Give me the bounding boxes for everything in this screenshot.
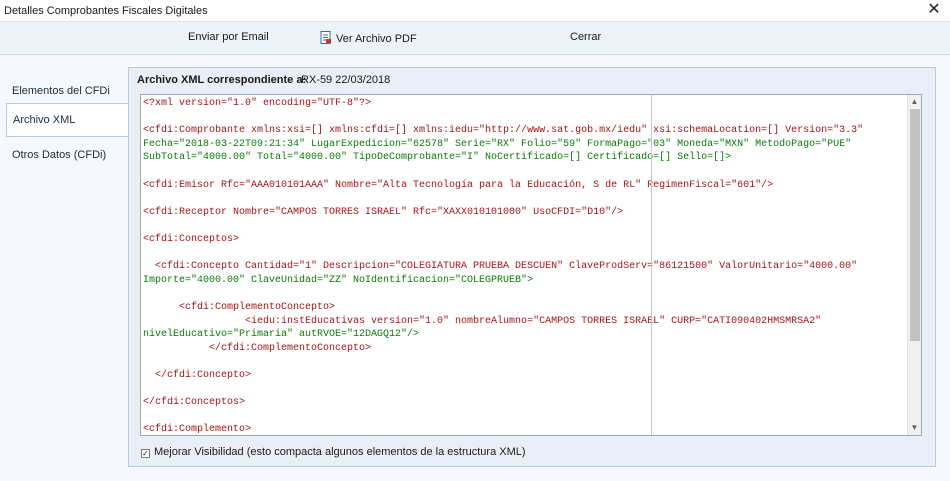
close-button[interactable]: Cerrar: [570, 31, 601, 43]
xml-receptor-line: <cfdi:Receptor Nombre="CAMPOS TORRES ISR…: [143, 206, 624, 218]
xml-concepto-close: </cfdi:Concepto>: [143, 369, 252, 381]
improve-visibility-label: Mejorar Visibilidad (esto compacta algun…: [154, 446, 526, 458]
panel-heading: Archivo XML correspondiente a:: [137, 74, 307, 86]
xml-comprobante-line: Fecha="2018-03-22T09:21:34" LugarExpedic…: [143, 138, 852, 150]
scrollbar-thumb[interactable]: [910, 109, 920, 341]
scroll-down-arrow-icon[interactable]: ▼: [908, 421, 921, 435]
xml-emisor-line: <cfdi:Emisor Rfc="AAA010101AAA" Nombre="…: [143, 179, 774, 191]
xml-complemento-concepto-open: <cfdi:ComplementoConcepto>: [143, 301, 336, 313]
nav-item-otros-datos[interactable]: Otros Datos (CFDi): [6, 139, 126, 173]
xml-conceptos-open: <cfdi:Conceptos>: [143, 233, 240, 245]
nav-item-archivo-xml[interactable]: Archivo XML: [6, 103, 128, 137]
xml-conceptos-close: </cfdi:Conceptos>: [143, 397, 246, 409]
xml-iedu-line: nivelEducativo="Primaria" autRVOE="12DAG…: [143, 329, 420, 341]
xml-viewer[interactable]: <?xml version="1.0" encoding="UTF-8"?> <…: [140, 94, 922, 436]
vertical-scrollbar[interactable]: ▲ ▼: [907, 95, 921, 435]
xml-iedu-line: <iedu:instEducativas version="1.0" nombr…: [143, 315, 822, 327]
content-frame: Elementos del CFDi Archivo XML Otros Dat…: [0, 55, 950, 481]
title-bar: Detalles Comprobantes Fiscales Digitales…: [0, 0, 950, 22]
scroll-up-arrow-icon[interactable]: ▲: [908, 95, 921, 109]
document-reference: RX-59 22/03/2018: [301, 74, 391, 86]
xml-complemento-open: <cfdi:Complemento>: [143, 424, 252, 435]
pdf-document-icon: [320, 31, 331, 44]
side-nav: Elementos del CFDi Archivo XML Otros Dat…: [0, 67, 128, 481]
improve-visibility-option[interactable]: ✓ Mejorar Visibilidad (esto compacta algu…: [141, 446, 526, 458]
view-pdf-label: Ver Archivo PDF: [336, 33, 417, 45]
xml-declaration: <?xml version="1.0" encoding="UTF-8"?>: [143, 98, 372, 109]
xml-panel: Archivo XML correspondiente a: RX-59 22/…: [128, 67, 936, 467]
xml-content: <?xml version="1.0" encoding="UTF-8"?> <…: [143, 97, 907, 435]
xml-concepto-line: Importe="4000.00" ClaveUnidad="ZZ" NoIde…: [143, 274, 534, 286]
send-email-button[interactable]: Enviar por Email: [188, 31, 269, 43]
xml-comprobante-line: SubTotal="4000.00" Total="4000.00" TipoD…: [143, 152, 732, 164]
window-title: Detalles Comprobantes Fiscales Digitales: [4, 5, 208, 17]
view-pdf-button[interactable]: Ver Archivo PDF: [320, 31, 417, 45]
xml-complemento-concepto-close: </cfdi:ComplementoConcepto>: [143, 342, 372, 354]
xml-concepto-line: <cfdi:Concepto Cantidad="1" Descripcion=…: [143, 261, 858, 273]
xml-comprobante-line: <cfdi:Comprobante xmlns:xsi=[] xmlns:cfd…: [143, 125, 864, 137]
close-icon[interactable]: ✕: [924, 1, 944, 19]
toolbar: Enviar por Email Ver Archivo PDF Cerrar: [0, 22, 950, 55]
improve-visibility-checkbox[interactable]: ✓: [141, 449, 150, 458]
print-margin-guide: [651, 95, 652, 435]
